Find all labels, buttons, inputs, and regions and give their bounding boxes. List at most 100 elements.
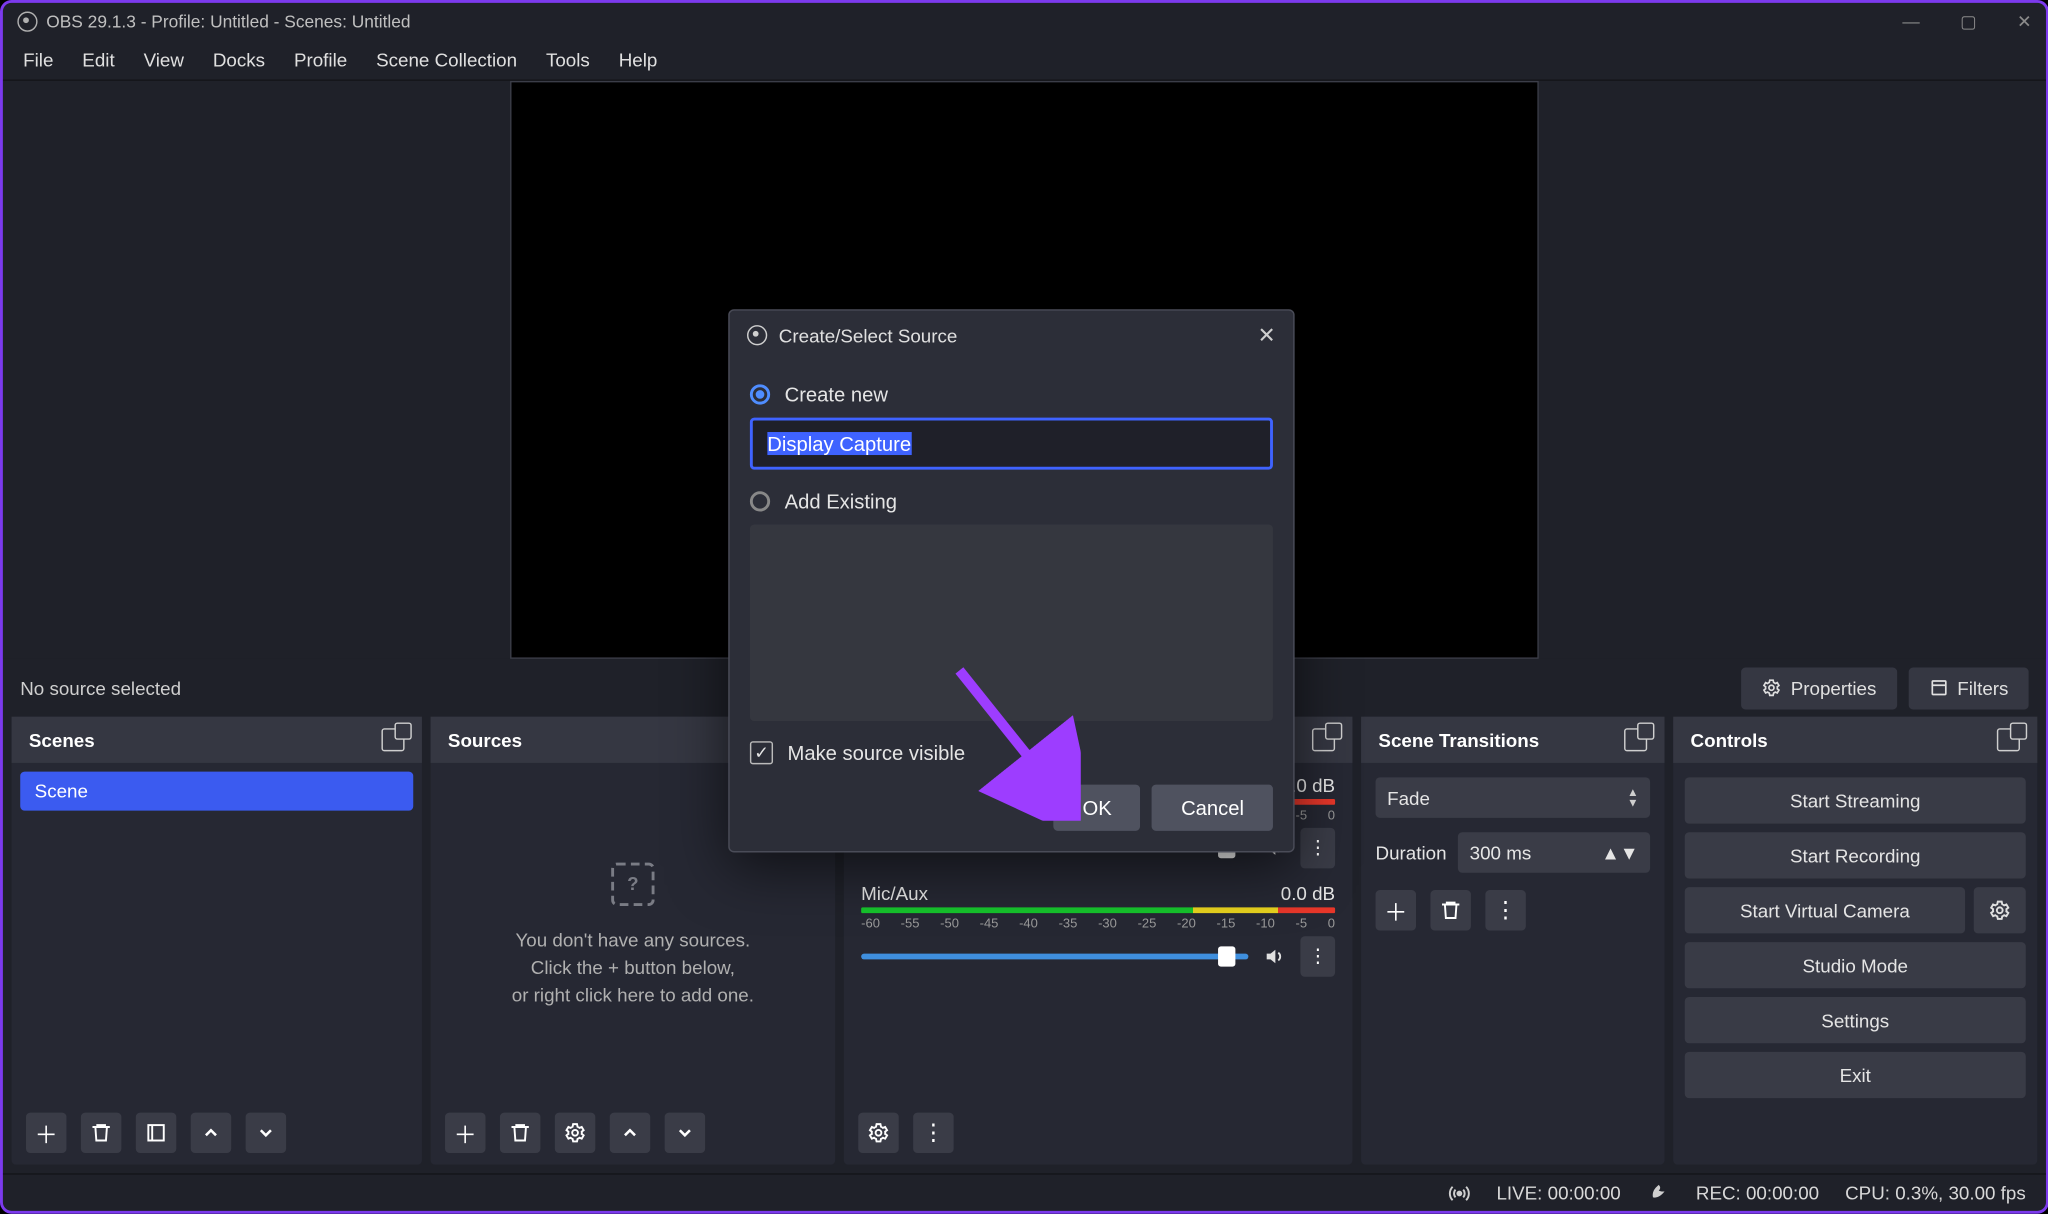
source-name-input[interactable] — [750, 418, 1273, 470]
dialog-title: Create/Select Source — [779, 324, 958, 346]
remove-source-button[interactable] — [500, 1113, 540, 1153]
maximize-icon[interactable]: ▢ — [1960, 12, 1976, 32]
channel-menu-button[interactable]: ⋮ — [1300, 936, 1335, 976]
filters-label: Filters — [1957, 677, 2008, 699]
mixer-channel-mic: Mic/Aux 0.0 dB -60-55-50-45-40-35-30-25-… — [861, 883, 1335, 977]
sources-empty-line1: You don't have any sources. — [515, 928, 750, 950]
scenes-title: Scenes — [29, 729, 95, 751]
placeholder-icon: ? — [611, 862, 654, 905]
speaker-icon[interactable] — [1263, 945, 1286, 968]
updown-icon: ▲▼ — [1601, 842, 1638, 864]
dialog-close-button[interactable]: ✕ — [1258, 322, 1276, 348]
dock-icon[interactable] — [381, 728, 404, 751]
status-rec: REC: 00:00:00 — [1696, 1182, 1819, 1204]
trash-icon — [90, 1121, 113, 1144]
volume-slider[interactable] — [861, 954, 1248, 960]
obs-logo-icon — [17, 12, 37, 32]
properties-label: Properties — [1791, 677, 1877, 699]
add-transition-button[interactable]: ＋ — [1376, 890, 1416, 930]
menu-tools[interactable]: Tools — [532, 43, 605, 76]
menubar: File Edit View Docks Profile Scene Colle… — [3, 40, 2046, 80]
transition-value: Fade — [1387, 787, 1430, 809]
existing-sources-list[interactable] — [750, 524, 1273, 721]
menu-scene-collection[interactable]: Scene Collection — [362, 43, 532, 76]
scene-down-button[interactable] — [246, 1113, 286, 1153]
dock-icon[interactable] — [1312, 728, 1335, 751]
menu-edit[interactable]: Edit — [68, 43, 129, 76]
start-recording-button[interactable]: Start Recording — [1685, 832, 2026, 878]
duration-spinner[interactable]: 300 ms ▲▼ — [1458, 832, 1650, 872]
filters-button[interactable]: Filters — [1908, 667, 2028, 709]
dock-icon[interactable] — [1624, 728, 1647, 751]
source-up-button[interactable] — [610, 1113, 650, 1153]
menu-profile[interactable]: Profile — [279, 43, 361, 76]
start-streaming-button[interactable]: Start Streaming — [1685, 777, 2026, 823]
gear-icon — [1988, 899, 2011, 922]
chevron-up-icon — [201, 1123, 221, 1143]
leaf-icon — [1647, 1181, 1670, 1204]
source-down-button[interactable] — [665, 1113, 705, 1153]
make-visible-checkbox[interactable]: ✓ — [750, 741, 773, 764]
transitions-panel: Scene Transitions Fade ▲▼ Duration 300 m… — [1361, 717, 1664, 1165]
remove-scene-button[interactable] — [81, 1113, 121, 1153]
controls-title: Controls — [1691, 729, 1768, 751]
virtual-camera-settings-button[interactable] — [1974, 887, 2026, 933]
gear-icon — [1762, 678, 1782, 698]
studio-mode-button[interactable]: Studio Mode — [1685, 942, 2026, 988]
ok-button[interactable]: OK — [1054, 785, 1141, 831]
mixer-menu-button[interactable]: ⋮ — [913, 1113, 953, 1153]
filters-icon — [1928, 678, 1948, 698]
minimize-icon[interactable]: — — [1902, 12, 1919, 32]
properties-button[interactable]: Properties — [1742, 667, 1897, 709]
scenes-panel: Scenes Scene ＋ — [12, 717, 422, 1165]
obs-logo-icon — [747, 325, 767, 345]
channel-menu-button[interactable]: ⋮ — [1300, 828, 1335, 868]
status-bar: LIVE: 00:00:00 REC: 00:00:00 CPU: 0.3%, … — [3, 1173, 2046, 1211]
filter-square-icon — [144, 1121, 167, 1144]
close-icon[interactable]: ✕ — [2017, 12, 2032, 32]
chevron-down-icon — [256, 1123, 276, 1143]
menu-file[interactable]: File — [9, 43, 68, 76]
app-window: OBS 29.1.3 - Profile: Untitled - Scenes:… — [0, 0, 2048, 1214]
status-cpu: CPU: 0.3%, 30.00 fps — [1845, 1182, 2026, 1204]
scene-filter-button[interactable] — [136, 1113, 176, 1153]
updown-icon: ▲▼ — [1627, 787, 1638, 807]
scene-up-button[interactable] — [191, 1113, 231, 1153]
trash-icon — [1439, 899, 1462, 922]
start-virtual-camera-button[interactable]: Start Virtual Camera — [1685, 887, 1965, 933]
channel-db: 0.0 dB — [1281, 883, 1335, 905]
menu-help[interactable]: Help — [604, 43, 672, 76]
add-existing-label: Add Existing — [785, 490, 897, 513]
menu-docks[interactable]: Docks — [198, 43, 279, 76]
menu-view[interactable]: View — [129, 43, 198, 76]
chevron-down-icon — [675, 1123, 695, 1143]
chevron-up-icon — [620, 1123, 640, 1143]
add-existing-radio[interactable] — [750, 491, 770, 511]
window-title: OBS 29.1.3 - Profile: Untitled - Scenes:… — [46, 12, 410, 32]
scene-item[interactable]: Scene — [20, 772, 413, 811]
add-scene-button[interactable]: ＋ — [26, 1113, 66, 1153]
mixer-settings-button[interactable] — [858, 1113, 898, 1153]
transition-select[interactable]: Fade ▲▼ — [1376, 777, 1651, 817]
tick-labels: -60-55-50-45-40-35-30-25-20-15-10-50 — [861, 916, 1335, 930]
source-settings-button[interactable] — [555, 1113, 595, 1153]
controls-panel: Controls Start Streaming Start Recording… — [1673, 717, 2037, 1165]
channel-name: Mic/Aux — [861, 883, 928, 905]
exit-button[interactable]: Exit — [1685, 1052, 2026, 1098]
titlebar: OBS 29.1.3 - Profile: Untitled - Scenes:… — [3, 3, 2046, 41]
sources-empty-line3: or right click here to add one. — [512, 983, 754, 1005]
trash-icon — [509, 1121, 532, 1144]
dock-icon[interactable] — [1997, 728, 2020, 751]
gear-icon — [867, 1121, 890, 1144]
cancel-button[interactable]: Cancel — [1152, 785, 1273, 831]
duration-label: Duration — [1376, 842, 1447, 864]
remove-transition-button[interactable] — [1430, 890, 1470, 930]
sources-title: Sources — [448, 729, 522, 751]
gear-icon — [564, 1121, 587, 1144]
transition-menu-button[interactable]: ⋮ — [1485, 890, 1525, 930]
add-source-button[interactable]: ＋ — [445, 1113, 485, 1153]
settings-button[interactable]: Settings — [1685, 997, 2026, 1043]
no-source-label: No source selected — [20, 677, 181, 699]
level-meter — [861, 907, 1335, 913]
create-new-radio[interactable] — [750, 384, 770, 404]
